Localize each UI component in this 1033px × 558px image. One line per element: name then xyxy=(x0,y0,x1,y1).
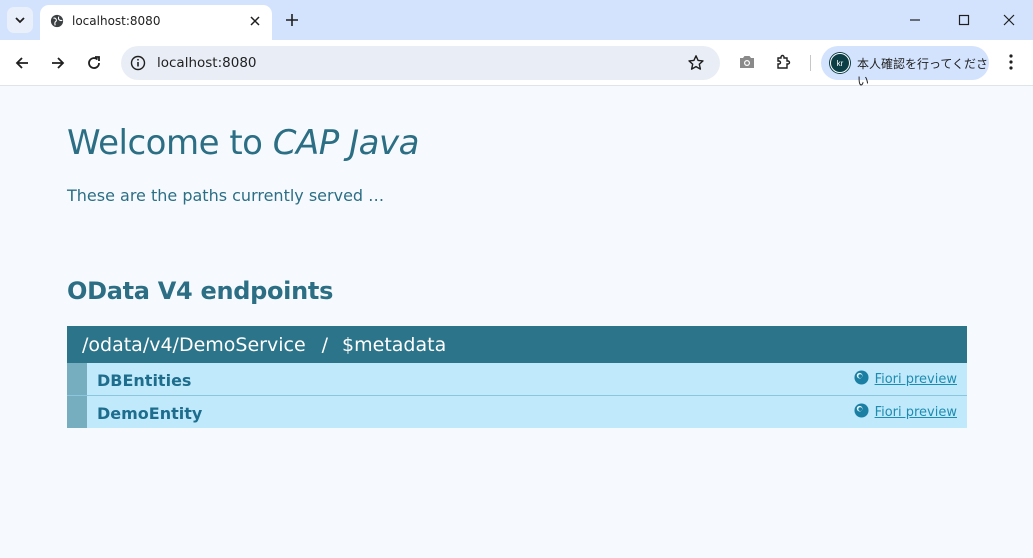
arrow-right-icon xyxy=(52,57,65,69)
globe-icon xyxy=(854,370,869,385)
more-vertical-icon xyxy=(1009,54,1013,70)
camera-icon xyxy=(740,56,754,68)
back-button[interactable] xyxy=(10,51,34,75)
puzzle-icon xyxy=(777,54,791,69)
window-close-button[interactable] xyxy=(991,6,1027,34)
entity-link[interactable]: DBEntities xyxy=(97,371,191,390)
tab-close-button[interactable] xyxy=(247,13,263,29)
welcome-product: CAP Java xyxy=(272,123,420,163)
browser-menu-button[interactable] xyxy=(1001,52,1021,72)
tab-strip: localhost:8080 xyxy=(0,0,1033,40)
plus-icon xyxy=(286,14,298,26)
fiori-preview-link[interactable]: Fiori preview xyxy=(854,403,957,420)
address-bar[interactable]: localhost:8080 xyxy=(121,46,720,80)
url-text[interactable]: localhost:8080 xyxy=(157,55,257,71)
close-icon xyxy=(1003,14,1015,26)
globe-icon xyxy=(50,14,64,28)
fiori-preview-label: Fiori preview xyxy=(874,405,957,420)
fiori-preview-label: Fiori preview xyxy=(874,372,957,387)
service-path-link[interactable]: /odata/v4/DemoService xyxy=(82,334,306,356)
forward-button[interactable] xyxy=(46,51,70,75)
globe-icon xyxy=(854,403,869,418)
toolbar-divider xyxy=(810,55,811,71)
browser-toolbar: localhost:8080 kr 本人確認を行ってください xyxy=(0,40,1033,88)
arrow-left-icon xyxy=(15,57,28,69)
avatar: kr xyxy=(830,53,850,73)
entity-link[interactable]: DemoEntity xyxy=(97,404,202,423)
page-content: Welcome to CAP Java These are the paths … xyxy=(0,87,1033,558)
fiori-preview-link[interactable]: Fiori preview xyxy=(854,370,957,387)
section-title: OData V4 endpoints xyxy=(67,277,334,305)
reload-icon xyxy=(88,56,100,69)
bookmark-star-icon[interactable] xyxy=(687,54,705,72)
tab-title: localhost:8080 xyxy=(72,14,161,28)
metadata-link[interactable]: $metadata xyxy=(342,334,446,356)
site-info-icon[interactable] xyxy=(130,55,146,71)
list-item: DBEntities Fiori preview xyxy=(67,363,967,396)
page-subtitle: These are the paths currently served … xyxy=(67,186,385,205)
page-title: Welcome to CAP Java xyxy=(67,123,419,163)
service-header: /odata/v4/DemoService / $metadata xyxy=(67,326,967,363)
extensions-button[interactable] xyxy=(774,52,794,72)
chevron-down-icon xyxy=(15,17,25,24)
maximize-button[interactable] xyxy=(946,6,982,34)
row-marker xyxy=(67,363,87,395)
close-icon xyxy=(250,16,260,26)
screenshot-button[interactable] xyxy=(737,52,757,72)
reload-button[interactable] xyxy=(82,51,106,75)
welcome-prefix: Welcome to xyxy=(67,123,273,163)
list-item: DemoEntity Fiori preview xyxy=(67,396,967,428)
minimize-icon xyxy=(910,19,920,21)
active-tab[interactable]: localhost:8080 xyxy=(40,5,272,40)
path-separator: / xyxy=(321,333,329,356)
profile-label: 本人確認を行ってください xyxy=(857,57,989,88)
maximize-icon xyxy=(958,14,970,26)
profile-button[interactable]: kr 本人確認を行ってください xyxy=(821,46,989,88)
entity-list: DBEntities Fiori preview DemoEntity Fior… xyxy=(67,363,967,428)
minimize-button[interactable] xyxy=(897,6,933,34)
tab-search-button[interactable] xyxy=(7,7,33,33)
new-tab-button[interactable] xyxy=(282,10,302,30)
row-marker xyxy=(67,396,87,428)
